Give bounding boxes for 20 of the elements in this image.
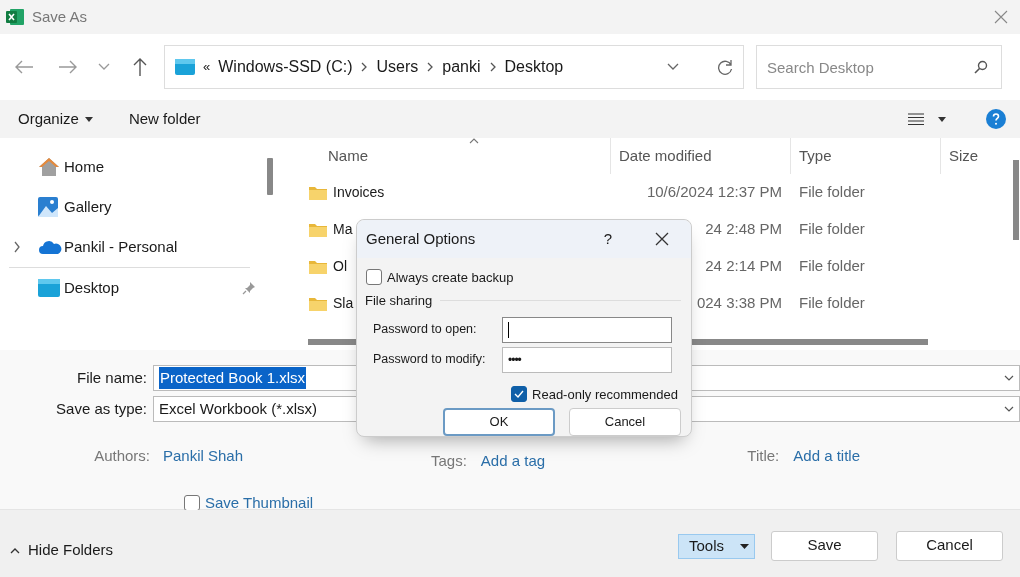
field-label: Title: bbox=[747, 445, 780, 466]
date-modified: 10/6/2024 12:37 PM bbox=[646, 182, 782, 203]
file-name-value: Protected Book 1.xlsx bbox=[159, 366, 307, 390]
group-label: File sharing bbox=[365, 292, 433, 310]
date-modified: 24 2:48 PM bbox=[705, 219, 782, 240]
field-label: Authors: bbox=[93, 445, 150, 466]
field-label: Password to open: bbox=[372, 321, 478, 339]
date-modified: 024 3:38 PM bbox=[696, 293, 782, 314]
field-label: Save as type: bbox=[55, 398, 147, 419]
field-label: File name: bbox=[75, 367, 147, 388]
file-type: File folder bbox=[799, 257, 865, 275]
date-modified: 24 2:14 PM bbox=[705, 256, 782, 277]
file-type: File folder bbox=[799, 294, 865, 312]
field-label: Tags: bbox=[431, 450, 467, 471]
masked-password: •••• bbox=[508, 351, 521, 369]
file-type: File folder bbox=[799, 183, 865, 201]
field-label: Password to modify: bbox=[372, 351, 487, 369]
dialog-title: General Options bbox=[366, 228, 476, 249]
window-title: Save As bbox=[32, 6, 88, 27]
file-type: File folder bbox=[799, 220, 865, 238]
